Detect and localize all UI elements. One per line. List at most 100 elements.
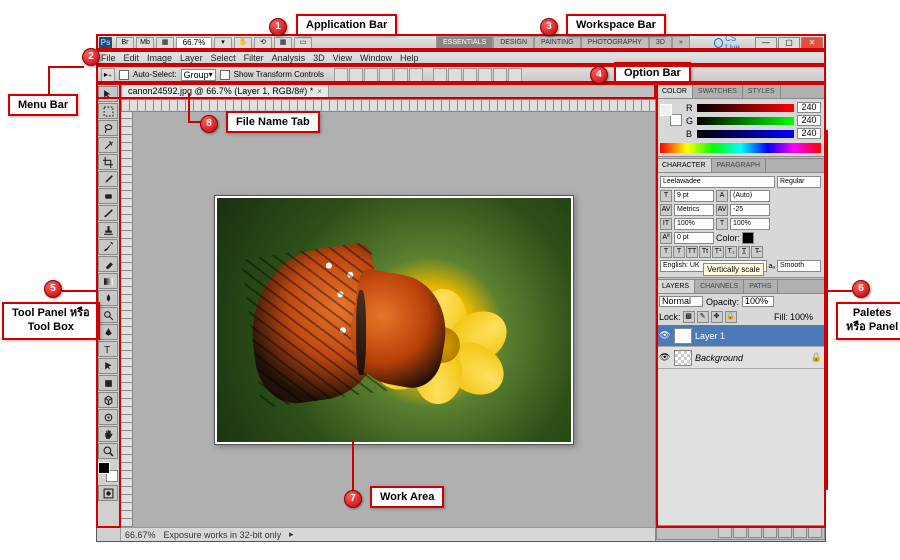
distribute-icon[interactable] xyxy=(433,68,447,82)
allcaps-icon[interactable]: TT xyxy=(686,246,698,258)
menu-3d[interactable]: 3D xyxy=(313,53,325,63)
lock-all-icon[interactable]: 🔒 xyxy=(725,311,737,323)
3d-camera-icon[interactable] xyxy=(98,409,118,425)
quickmask-icon[interactable] xyxy=(98,485,118,501)
visibility-icon[interactable]: 👁 xyxy=(659,330,671,341)
align-icon[interactable] xyxy=(364,68,378,82)
align-icon[interactable] xyxy=(349,68,363,82)
spectrum-ramp[interactable] xyxy=(660,143,821,153)
blend-mode-dropdown[interactable]: Normal xyxy=(659,296,703,307)
eraser-tool-icon[interactable] xyxy=(98,256,118,272)
cs-live-button[interactable]: CS Live xyxy=(714,34,751,52)
maximize-button[interactable]: ▢ xyxy=(778,37,800,49)
align-icon[interactable] xyxy=(379,68,393,82)
layer-row[interactable]: 👁 Layer 1 xyxy=(657,325,824,347)
menu-file[interactable]: File xyxy=(101,53,116,63)
opacity-field[interactable]: 100% xyxy=(742,296,774,307)
workspace-tab-photography[interactable]: PHOTOGRAPHY xyxy=(581,36,649,50)
lock-pos-icon[interactable]: ✥ xyxy=(711,311,723,323)
leading-field[interactable]: (Auto) xyxy=(730,190,770,202)
tab-styles[interactable]: STYLES xyxy=(743,85,781,98)
workspace-tab-design[interactable]: DESIGN xyxy=(493,36,534,50)
shape-tool-icon[interactable] xyxy=(98,375,118,391)
tab-layers[interactable]: LAYERS xyxy=(657,280,695,293)
superscript-icon[interactable]: T¹ xyxy=(712,246,724,258)
rotate-view-icon[interactable]: ⟲ xyxy=(254,37,272,49)
3d-tool-icon[interactable] xyxy=(98,392,118,408)
autoselect-dropdown[interactable]: Group ▾ xyxy=(181,69,216,81)
ruler-vertical[interactable] xyxy=(121,112,133,527)
strike-icon[interactable]: T̶ xyxy=(751,246,763,258)
mask-icon[interactable] xyxy=(748,527,762,538)
blur-tool-icon[interactable] xyxy=(98,290,118,306)
screen-mode-icon[interactable]: ▭ xyxy=(294,37,312,49)
lock-trans-icon[interactable]: ▩ xyxy=(683,311,695,323)
fill-field[interactable]: 100% xyxy=(790,312,822,322)
close-tab-icon[interactable]: × xyxy=(317,85,322,98)
move-tool-preset-icon[interactable]: ▸₊ xyxy=(101,68,115,82)
move-tool-icon[interactable] xyxy=(98,86,118,102)
close-button[interactable]: ✕ xyxy=(801,37,823,49)
transform-checkbox[interactable] xyxy=(220,70,230,80)
menu-analysis[interactable]: Analysis xyxy=(272,53,306,63)
tracking-field[interactable]: -25 xyxy=(730,204,770,216)
status-arrow-icon[interactable]: ▸ xyxy=(289,529,294,540)
bridge-icon[interactable]: Br xyxy=(116,37,134,49)
hand-tool-icon[interactable]: ✋ xyxy=(234,37,252,49)
vscale-field[interactable]: 100% xyxy=(674,218,714,230)
subscript-icon[interactable]: T₁ xyxy=(725,246,737,258)
underline-icon[interactable]: T̲ xyxy=(738,246,750,258)
align-icon[interactable] xyxy=(409,68,423,82)
tab-swatches[interactable]: SWATCHES xyxy=(693,85,743,98)
status-zoom[interactable]: 66.67% xyxy=(125,530,156,540)
menu-filter[interactable]: Filter xyxy=(244,53,264,63)
menu-help[interactable]: Help xyxy=(400,53,419,63)
layer-name[interactable]: Background xyxy=(695,353,743,363)
hand-tool-icon[interactable] xyxy=(98,426,118,442)
marquee-tool-icon[interactable] xyxy=(98,103,118,119)
smallcaps-icon[interactable]: Tt xyxy=(699,246,711,258)
layer-row[interactable]: 👁 Background 🔒 xyxy=(657,347,824,369)
new-layer-icon[interactable] xyxy=(793,527,807,538)
menu-layer[interactable]: Layer xyxy=(180,53,203,63)
group-icon[interactable] xyxy=(778,527,792,538)
align-icon[interactable] xyxy=(394,68,408,82)
canvas[interactable] xyxy=(133,112,655,527)
foreground-color[interactable] xyxy=(98,462,110,474)
workspace-tab-painting[interactable]: PAINTING xyxy=(534,36,581,50)
menu-view[interactable]: View xyxy=(333,53,352,63)
distribute-icon[interactable] xyxy=(448,68,462,82)
visibility-icon[interactable]: 👁 xyxy=(659,352,671,363)
r-slider[interactable] xyxy=(697,104,794,112)
tab-channels[interactable]: CHANNELS xyxy=(695,280,744,293)
brush-tool-icon[interactable] xyxy=(98,205,118,221)
workspace-menu-icon[interactable]: » xyxy=(672,36,690,50)
tab-character[interactable]: CHARACTER xyxy=(657,159,712,172)
tab-paths[interactable]: PATHS xyxy=(744,280,777,293)
menu-edit[interactable]: Edit xyxy=(124,53,140,63)
hscale-field[interactable]: 100% xyxy=(730,218,770,230)
view-extras-icon[interactable]: ▦ xyxy=(156,37,174,49)
kerning-field[interactable]: Metrics xyxy=(674,204,714,216)
tab-paragraph[interactable]: PARAGRAPH xyxy=(712,159,766,172)
arrange-icon[interactable]: ▦ xyxy=(274,37,292,49)
font-style-dropdown[interactable]: Regular xyxy=(777,176,821,188)
layer-thumb[interactable] xyxy=(674,328,692,344)
font-family-dropdown[interactable]: Leelawadee xyxy=(660,176,775,188)
pen-tool-icon[interactable] xyxy=(98,324,118,340)
r-value[interactable]: 240 xyxy=(797,102,821,113)
dodge-tool-icon[interactable] xyxy=(98,307,118,323)
faux-bold-icon[interactable]: T xyxy=(660,246,672,258)
path-select-icon[interactable] xyxy=(98,358,118,374)
workspace-tab-essentials[interactable]: ESSENTIALS xyxy=(436,36,493,50)
b-value[interactable]: 240 xyxy=(797,128,821,139)
align-icon[interactable] xyxy=(334,68,348,82)
distribute-icon[interactable] xyxy=(508,68,522,82)
g-slider[interactable] xyxy=(697,117,794,125)
mini-bridge-icon[interactable]: Mb xyxy=(136,37,154,49)
lock-paint-icon[interactable]: ✎ xyxy=(697,311,709,323)
baseline-field[interactable]: 0 pt xyxy=(674,232,714,244)
g-value[interactable]: 240 xyxy=(797,115,821,126)
tab-color[interactable]: COLOR xyxy=(657,85,693,98)
heal-tool-icon[interactable] xyxy=(98,188,118,204)
